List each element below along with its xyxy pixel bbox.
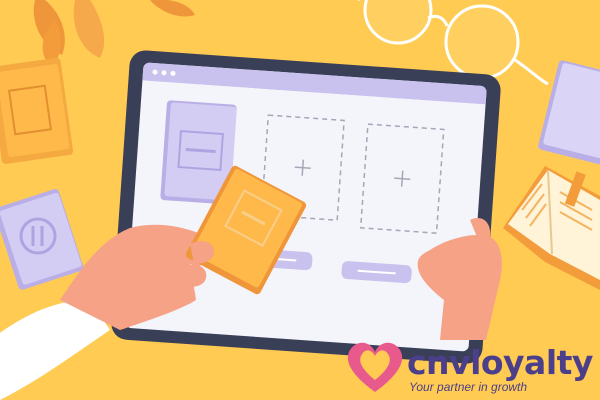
brand-tagline: Your partner in growth bbox=[409, 380, 528, 394]
illustration-scene: cnvloyalty Your partner in growth bbox=[0, 0, 600, 400]
illustration-art bbox=[0, 0, 600, 400]
brand-logo: cnvloyalty Your partner in growth bbox=[407, 346, 597, 398]
brand-name: cnvloyalty bbox=[407, 343, 593, 382]
